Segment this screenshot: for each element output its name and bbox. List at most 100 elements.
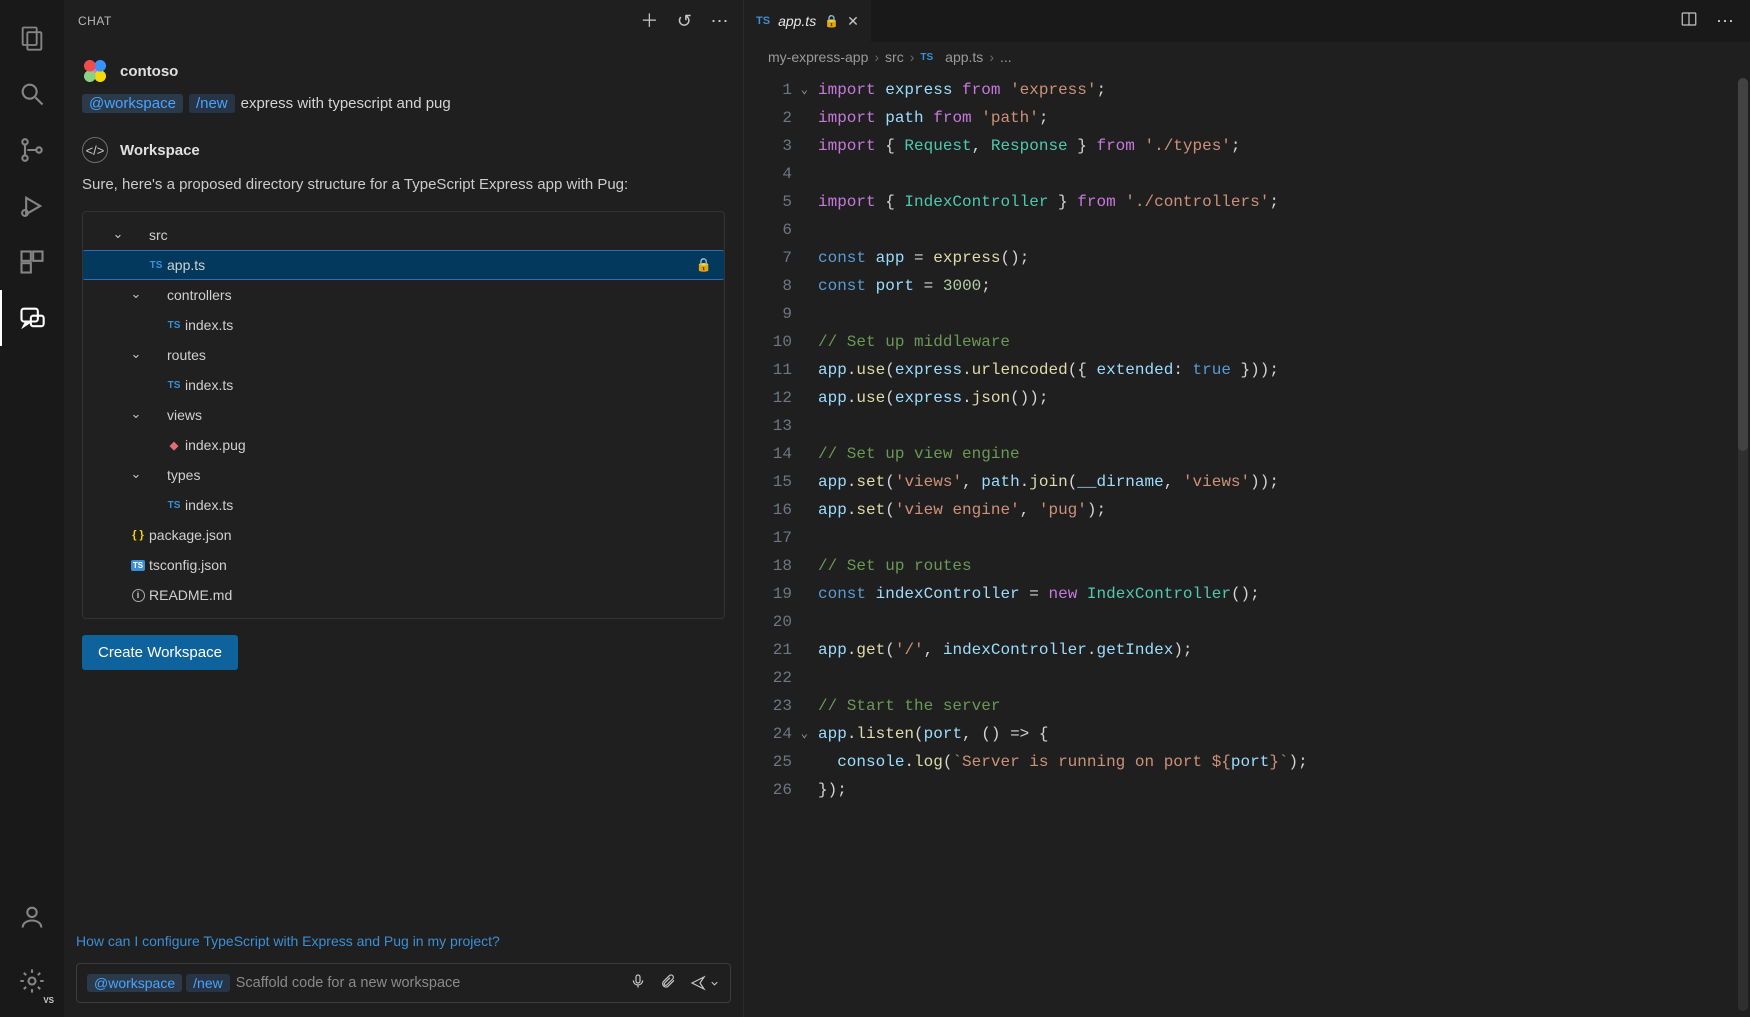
json-file-icon: { } bbox=[127, 529, 149, 541]
fold-icon[interactable]: ⌄ bbox=[801, 76, 808, 104]
breadcrumb-segment[interactable]: app.ts bbox=[945, 49, 983, 65]
tree-file[interactable]: TSindex.ts bbox=[83, 310, 724, 340]
line-number: 18 bbox=[744, 552, 812, 580]
editor-scrollbar[interactable] bbox=[1738, 78, 1748, 1011]
code-line[interactable]: }); bbox=[818, 776, 1750, 804]
pug-file-icon: ◆ bbox=[163, 439, 185, 452]
activity-chat[interactable] bbox=[0, 290, 64, 346]
code-line[interactable]: const indexController = new IndexControl… bbox=[818, 580, 1750, 608]
ts-file-icon: TS bbox=[145, 260, 167, 271]
code-line[interactable]: const app = express(); bbox=[818, 244, 1750, 272]
line-number: 10 bbox=[744, 328, 812, 356]
line-number: 8 bbox=[744, 272, 812, 300]
send-button[interactable] bbox=[690, 975, 720, 991]
activity-source-control[interactable] bbox=[0, 122, 64, 178]
tree-file[interactable]: TSindex.ts bbox=[83, 370, 724, 400]
line-number: 3 bbox=[744, 132, 812, 160]
code-line[interactable]: import { IndexController } from './contr… bbox=[818, 188, 1750, 216]
line-number: 21 bbox=[744, 636, 812, 664]
tree-folder[interactable]: ⌄src bbox=[83, 220, 724, 250]
code-line[interactable]: console.log(`Server is running on port $… bbox=[818, 748, 1750, 776]
chat-body: contoso @workspace /new express with typ… bbox=[64, 42, 743, 923]
breadcrumb-segment[interactable]: ... bbox=[1000, 49, 1012, 65]
activity-accounts[interactable] bbox=[0, 889, 64, 945]
code-line[interactable]: // Start the server bbox=[818, 692, 1750, 720]
assistant-name: Workspace bbox=[120, 142, 200, 159]
code-line[interactable]: import path from 'path'; bbox=[818, 104, 1750, 132]
activity-search[interactable] bbox=[0, 66, 64, 122]
input-workspace-pill[interactable]: @workspace bbox=[87, 974, 182, 992]
chat-suggestion-link[interactable]: How can I configure TypeScript with Expr… bbox=[76, 933, 731, 949]
tree-item-label: README.md bbox=[149, 587, 712, 603]
tree-folder[interactable]: ⌄routes bbox=[83, 340, 724, 370]
tree-file[interactable]: iREADME.md bbox=[83, 580, 724, 610]
tree-file[interactable]: TStsconfig.json bbox=[83, 550, 724, 580]
line-number: 11 bbox=[744, 356, 812, 384]
code-line[interactable] bbox=[818, 524, 1750, 552]
code-editor[interactable]: 1⌄23456789101112131415161718192021222324… bbox=[744, 72, 1750, 1017]
code-line[interactable]: app.set('views', path.join(__dirname, 'v… bbox=[818, 468, 1750, 496]
breadcrumb-segment[interactable]: my-express-app bbox=[768, 49, 868, 65]
code-content[interactable]: import express from 'express';import pat… bbox=[818, 72, 1750, 1017]
code-line[interactable] bbox=[818, 216, 1750, 244]
code-line[interactable]: app.use(express.urlencoded({ extended: t… bbox=[818, 356, 1750, 384]
tree-file[interactable]: TSindex.ts bbox=[83, 490, 724, 520]
split-editor-icon[interactable] bbox=[1680, 10, 1698, 33]
code-line[interactable]: app.set('view engine', 'pug'); bbox=[818, 496, 1750, 524]
activity-explorer[interactable] bbox=[0, 10, 64, 66]
activity-extensions[interactable] bbox=[0, 234, 64, 290]
scrollbar-thumb[interactable] bbox=[1738, 78, 1748, 451]
create-workspace-button[interactable]: Create Workspace bbox=[82, 635, 238, 670]
mic-icon[interactable] bbox=[630, 973, 646, 994]
line-number: 1⌄ bbox=[744, 76, 812, 104]
line-number: 5 bbox=[744, 188, 812, 216]
code-line[interactable] bbox=[818, 160, 1750, 188]
code-line[interactable]: import { Request, Response } from './typ… bbox=[818, 132, 1750, 160]
workspace-pill[interactable]: @workspace bbox=[82, 94, 183, 113]
more-icon[interactable]: ⋯ bbox=[711, 12, 730, 30]
code-line[interactable]: app.use(express.json()); bbox=[818, 384, 1750, 412]
chevron-down-icon: ⌄ bbox=[109, 226, 127, 242]
activity-run-debug[interactable] bbox=[0, 178, 64, 234]
ts-file-icon: TS bbox=[756, 15, 770, 27]
tree-file[interactable]: ◆index.pug bbox=[83, 430, 724, 460]
code-line[interactable]: // Set up middleware bbox=[818, 328, 1750, 356]
tree-folder[interactable]: ⌄views bbox=[83, 400, 724, 430]
breadcrumbs[interactable]: my-express-app›src›TS app.ts›... bbox=[744, 42, 1750, 72]
tab-close-icon[interactable]: ✕ bbox=[847, 13, 859, 30]
code-line[interactable]: app.listen(port, () => { bbox=[818, 720, 1750, 748]
line-number: 16 bbox=[744, 496, 812, 524]
code-line[interactable]: // Set up routes bbox=[818, 552, 1750, 580]
tree-file[interactable]: { }package.json bbox=[83, 520, 724, 550]
new-command-pill[interactable]: /new bbox=[189, 94, 235, 113]
line-number: 23 bbox=[744, 692, 812, 720]
line-number: 7 bbox=[744, 244, 812, 272]
ts-file-icon: TS bbox=[163, 500, 185, 511]
breadcrumb-segment[interactable]: src bbox=[885, 49, 904, 65]
code-line[interactable] bbox=[818, 664, 1750, 692]
activity-settings[interactable]: VS bbox=[0, 953, 64, 1009]
line-number: 6 bbox=[744, 216, 812, 244]
code-line[interactable]: // Set up view engine bbox=[818, 440, 1750, 468]
tree-folder[interactable]: ⌄types bbox=[83, 460, 724, 490]
attach-icon[interactable] bbox=[660, 973, 676, 994]
fold-icon[interactable]: ⌄ bbox=[801, 720, 808, 748]
history-icon[interactable]: ↺ bbox=[677, 12, 693, 30]
code-line[interactable]: import express from 'express'; bbox=[818, 76, 1750, 104]
activity-bar: VS bbox=[0, 0, 64, 1017]
tree-item-label: index.ts bbox=[185, 497, 712, 513]
tree-file[interactable]: TSapp.ts🔒 bbox=[83, 250, 724, 280]
new-chat-icon[interactable]: ＋ bbox=[640, 12, 659, 30]
code-line[interactable] bbox=[818, 412, 1750, 440]
chat-input[interactable]: @workspace /new Scaffold code for a new … bbox=[76, 963, 731, 1003]
editor-more-icon[interactable]: ⋯ bbox=[1716, 11, 1734, 32]
code-line[interactable] bbox=[818, 300, 1750, 328]
input-new-pill[interactable]: /new bbox=[186, 974, 230, 992]
code-line[interactable]: const port = 3000; bbox=[818, 272, 1750, 300]
tree-item-label: index.ts bbox=[185, 317, 712, 333]
line-number: 20 bbox=[744, 608, 812, 636]
editor-tab-app-ts[interactable]: TS app.ts 🔒 ✕ bbox=[744, 0, 872, 42]
code-line[interactable]: app.get('/', indexController.getIndex); bbox=[818, 636, 1750, 664]
code-line[interactable] bbox=[818, 608, 1750, 636]
tree-folder[interactable]: ⌄controllers bbox=[83, 280, 724, 310]
